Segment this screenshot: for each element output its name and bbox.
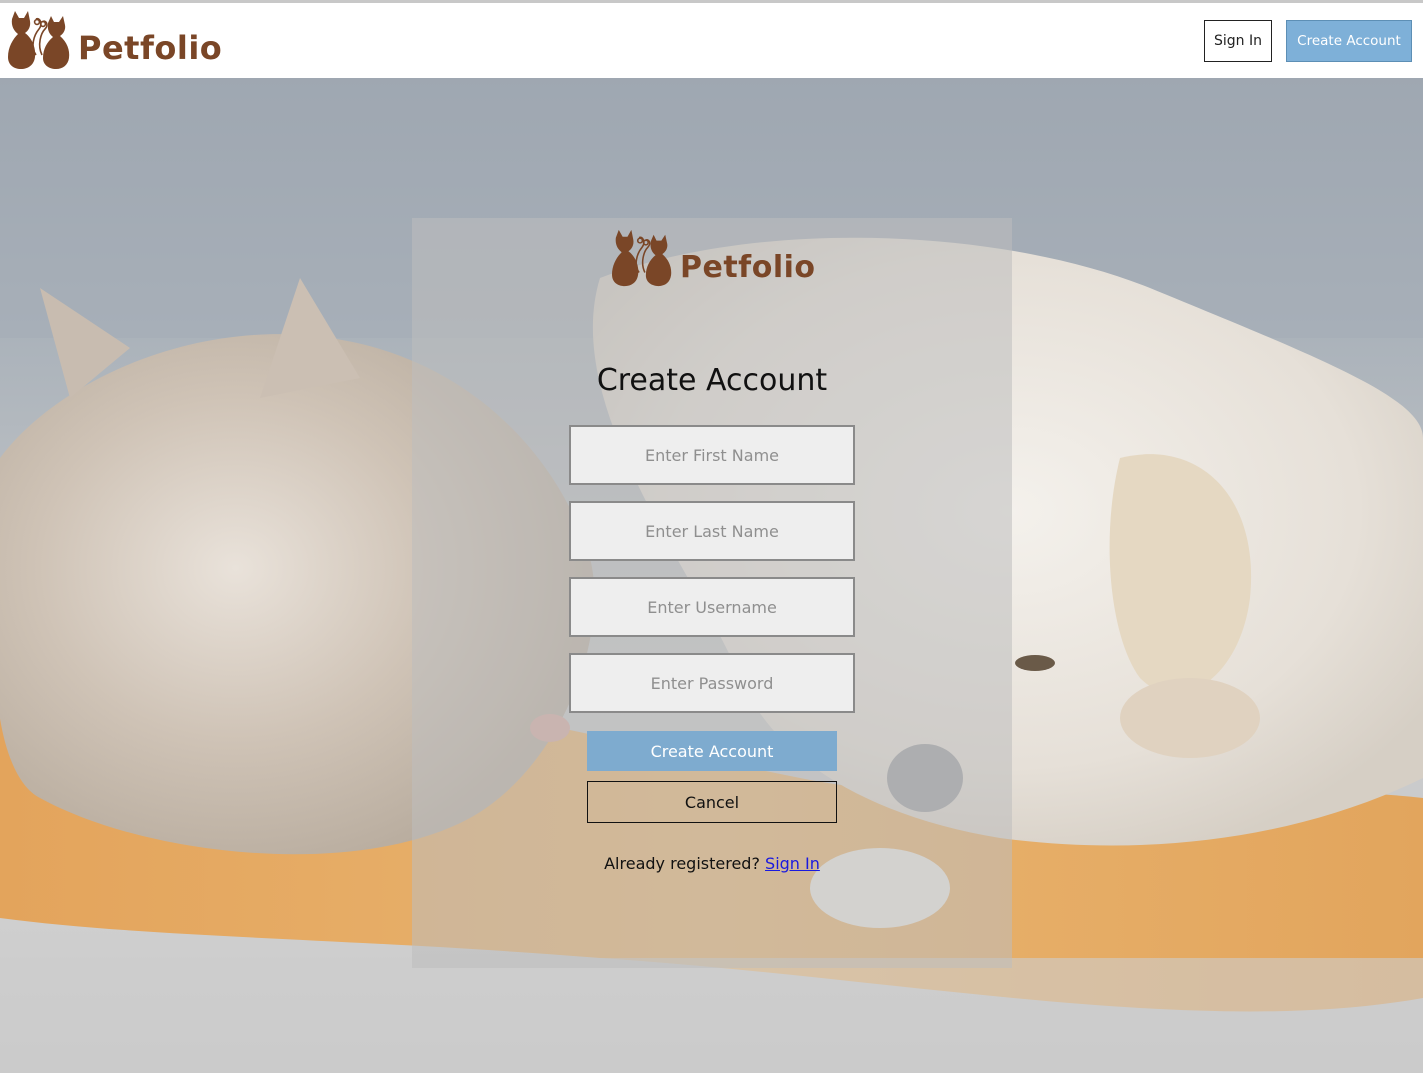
create-account-button[interactable]: Create Account (587, 731, 837, 771)
already-registered-line: Already registered? Sign In (412, 854, 1012, 873)
form-title: Create Account (596, 363, 828, 398)
brand-name: Petfolio (78, 29, 223, 67)
cancel-button[interactable]: Cancel (587, 781, 837, 823)
already-registered-text: Already registered? (604, 854, 760, 873)
header-create-account-button[interactable]: Create Account (1286, 20, 1412, 62)
username-input[interactable] (569, 577, 855, 637)
header-logo[interactable]: Petfolio (6, 9, 222, 71)
first-name-input[interactable] (569, 425, 855, 485)
create-account-card: Petfolio Create Account Create Account C… (412, 218, 1012, 968)
card-brand-name: Petfolio (680, 249, 816, 285)
card-logo: Petfolio (610, 228, 816, 288)
two-cats-logo-icon (8, 11, 70, 69)
last-name-input[interactable] (569, 501, 855, 561)
header-sign-in-button[interactable]: Sign In (1204, 20, 1272, 62)
password-input[interactable] (569, 653, 855, 713)
sign-in-link[interactable]: Sign In (765, 854, 820, 873)
two-cats-logo-icon (612, 229, 672, 287)
top-navbar: Petfolio Sign In Create Account (0, 3, 1423, 78)
